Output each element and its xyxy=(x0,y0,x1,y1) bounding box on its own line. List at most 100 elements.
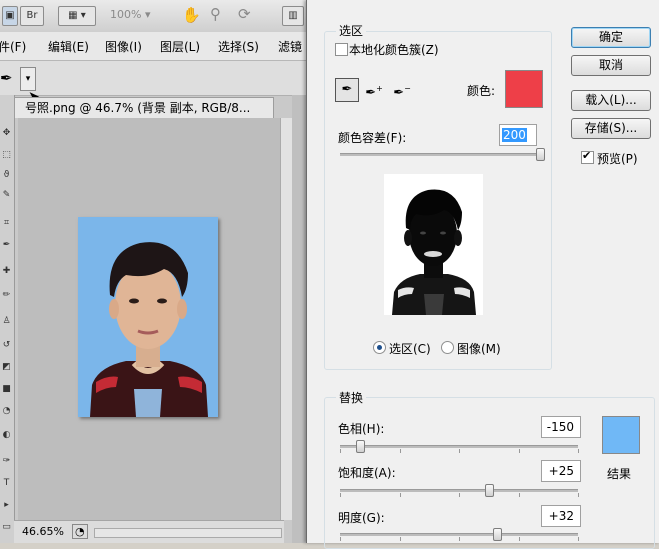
healing-tool-icon[interactable]: ✚ xyxy=(1,267,12,276)
saturation-label: 饱和度(A): xyxy=(338,466,396,480)
brush-tool-icon[interactable]: ✏ xyxy=(1,291,12,300)
ok-button[interactable]: 确定 xyxy=(571,27,651,48)
saturation-slider-track[interactable] xyxy=(340,489,578,492)
menu-file[interactable]: 件(F) xyxy=(0,38,26,55)
check-mark-icon: ✔ xyxy=(582,149,592,162)
slider-tick xyxy=(340,449,341,453)
localized-color-clusters-label: 本地化颜色簇(Z) xyxy=(349,43,439,57)
slider-tick xyxy=(578,449,579,453)
save-button[interactable]: 存储(S)... xyxy=(571,118,651,139)
menu-filter[interactable]: 滤镜 xyxy=(278,38,302,55)
tool-preset-dropdown[interactable]: ▾ xyxy=(20,67,36,91)
slider-tick xyxy=(399,537,401,541)
lightness-slider-track[interactable] xyxy=(340,533,578,536)
lasso-tool-icon[interactable]: ϑ xyxy=(1,171,12,180)
id-photo-image xyxy=(78,217,218,417)
gradient-tool-icon[interactable]: ■ xyxy=(1,385,12,394)
move-tool-icon[interactable]: ✥ xyxy=(1,129,12,138)
dodge-tool-icon[interactable]: ◐ xyxy=(1,431,12,440)
load-button[interactable]: 载入(L)... xyxy=(571,90,651,111)
application-bar: ▣ Br ▦ ▾ 100% ▾ ✋ ⚲ ⟳ ▥ xyxy=(0,0,312,33)
shape-tool-icon[interactable]: ▭ xyxy=(1,523,12,532)
saturation-input[interactable]: +25 xyxy=(541,460,581,482)
photoshop-logo-icon[interactable]: ▣ xyxy=(2,6,18,26)
fuzziness-slider-thumb[interactable] xyxy=(536,148,545,161)
slider-tick xyxy=(518,449,520,453)
selection-preview-image xyxy=(384,174,483,315)
slider-tick xyxy=(459,449,460,453)
hue-input[interactable]: -150 xyxy=(541,416,581,438)
replace-group-title: 替换 xyxy=(336,389,367,406)
menu-image[interactable]: 图像(I) xyxy=(105,38,142,55)
slider-tick xyxy=(399,449,401,453)
marquee-tool-icon[interactable]: ⬚ xyxy=(1,151,12,160)
screen-mode-icon[interactable]: ▦ ▾ xyxy=(58,6,96,26)
hue-slider-thumb[interactable] xyxy=(355,440,365,453)
saturation-slider-thumb[interactable] xyxy=(484,484,494,497)
hand-tool-icon[interactable]: ✋ xyxy=(182,6,201,24)
slider-tick xyxy=(518,493,520,497)
pen-tool-icon[interactable]: ✑ xyxy=(1,457,12,466)
menu-select[interactable]: 选择(S) xyxy=(218,38,259,55)
selection-radio-label: 选区(C) xyxy=(389,342,431,356)
blur-tool-icon[interactable]: ◔ xyxy=(1,407,12,416)
slider-tick xyxy=(578,493,579,497)
result-color-swatch[interactable] xyxy=(602,416,640,454)
eyedropper-icon[interactable]: ✒ xyxy=(335,78,359,102)
quick-select-tool-icon[interactable]: ✎ xyxy=(1,191,12,200)
photoshop-window: ▣ Br ▦ ▾ 100% ▾ ✋ ⚲ ⟳ ▥ 件(F) 编辑(E) 图像(I)… xyxy=(0,0,312,543)
stamp-tool-icon[interactable]: ♙ xyxy=(1,317,12,326)
fuzziness-input[interactable]: 200 xyxy=(499,124,537,146)
zoom-tool-icon[interactable]: ⚲ xyxy=(210,5,221,23)
path-select-icon[interactable]: ▸ xyxy=(1,501,12,510)
menu-bar: 件(F) 编辑(E) 图像(I) 图层(L) 选择(S) 滤镜 xyxy=(0,32,312,61)
zoom-level[interactable]: 100% ▾ xyxy=(110,8,150,21)
options-bar: ✒ ▾ ➤ xyxy=(0,61,312,105)
selection-radio[interactable] xyxy=(373,341,386,354)
menu-edit[interactable]: 编辑(E) xyxy=(48,38,89,55)
bridge-button[interactable]: Br xyxy=(20,6,44,26)
slider-tick xyxy=(518,537,520,541)
slider-tick xyxy=(578,537,579,541)
image-radio[interactable] xyxy=(441,341,454,354)
menu-layer[interactable]: 图层(L) xyxy=(160,38,200,55)
image-radio-label: 图像(M) xyxy=(457,342,501,356)
selection-color-swatch[interactable] xyxy=(505,70,543,108)
rotate-view-icon[interactable]: ⟳ xyxy=(238,5,251,23)
replace-color-dialog: 选区 本地化颜色簇(Z) ✒ ✒+ ✒− 颜色: 颜色容差(F): 200 选区… xyxy=(306,0,659,549)
hue-label: 色相(H): xyxy=(338,422,385,436)
lightness-slider-thumb[interactable] xyxy=(493,528,503,541)
eyedropper-tool-icon[interactable]: ✒ xyxy=(1,241,12,250)
slider-tick xyxy=(399,493,401,497)
cancel-button[interactable]: 取消 xyxy=(571,55,651,76)
status-zoom[interactable]: 46.65% xyxy=(22,525,64,538)
status-bar: 46.65% ◔ xyxy=(14,520,284,543)
horizontal-scrollbar[interactable] xyxy=(94,528,282,538)
eyedropper-minus-icon[interactable]: ✒− xyxy=(391,78,413,100)
eyedropper-plus-icon[interactable]: ✒+ xyxy=(363,78,385,100)
selection-group-title: 选区 xyxy=(336,22,367,39)
slider-tick xyxy=(459,493,460,497)
preview-checkbox[interactable]: ✔ xyxy=(581,149,594,164)
slider-tick xyxy=(459,537,460,541)
preview-label: 预览(P) xyxy=(597,152,638,166)
slider-tick xyxy=(340,493,341,497)
color-label: 颜色: xyxy=(467,84,496,98)
eyedropper-icon[interactable]: ✒ xyxy=(0,69,13,87)
history-brush-icon[interactable]: ↺ xyxy=(1,341,12,350)
fuzziness-label: 颜色容差(F): xyxy=(338,131,407,145)
result-label: 结果 xyxy=(607,467,632,481)
lightness-label: 明度(G): xyxy=(338,511,385,525)
slider-tick xyxy=(340,537,341,541)
crop-tool-icon[interactable]: ⌗ xyxy=(1,219,12,228)
hue-slider-track[interactable] xyxy=(340,445,578,448)
arrange-documents-icon[interactable]: ▥ xyxy=(282,6,304,26)
fuzziness-slider-track[interactable] xyxy=(340,153,540,156)
type-tool-icon[interactable]: T xyxy=(1,479,12,488)
eraser-tool-icon[interactable]: ◩ xyxy=(1,363,12,372)
localized-color-clusters-checkbox[interactable] xyxy=(335,43,348,56)
toolbox: ✥ ⬚ ϑ ✎ ⌗ ✒ ✚ ✏ ♙ ↺ ◩ ■ ◔ ◐ ✑ T ▸ ▭ xyxy=(0,95,15,543)
lightness-input[interactable]: +32 xyxy=(541,505,581,527)
document-tab[interactable]: 号照.png @ 46.7% (背景 副本, RGB/8... xyxy=(14,97,274,118)
status-info-icon[interactable]: ◔ xyxy=(72,524,88,539)
